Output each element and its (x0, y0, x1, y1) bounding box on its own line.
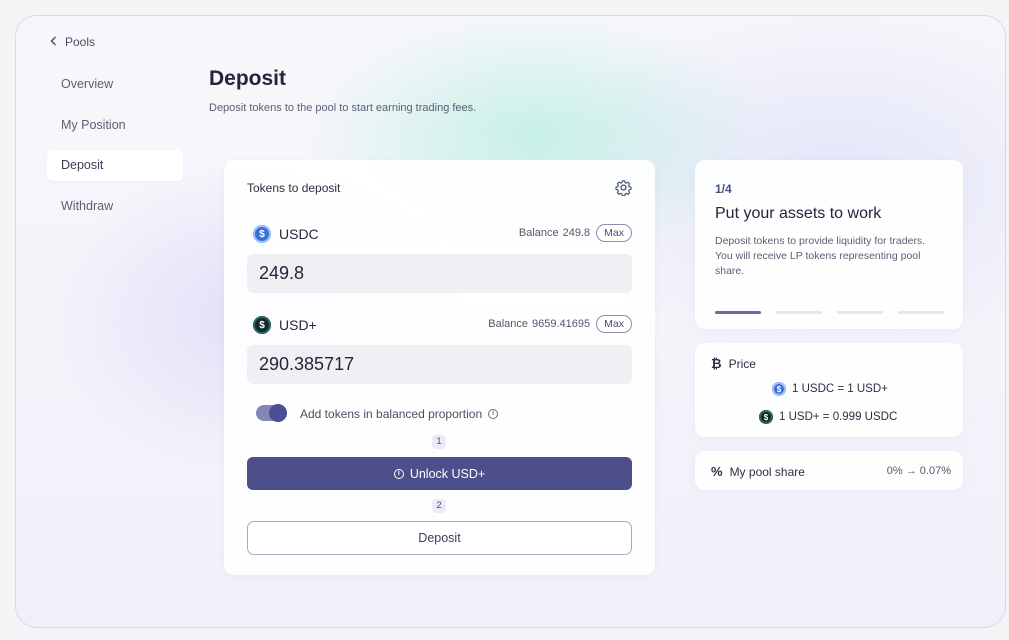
price-line-text: 1 USDC = 1 USD+ (792, 383, 888, 395)
sidebar-item-deposit[interactable]: Deposit (47, 150, 183, 181)
info-icon: i (393, 468, 404, 479)
balance-value: 9659.41695 (532, 318, 591, 330)
step-number-2: 2 (432, 499, 446, 513)
usdplus-coin-icon: $ (759, 410, 773, 424)
chevron-left-icon (50, 35, 57, 49)
info-title: Put your assets to work (715, 205, 882, 222)
usdc-balance: Balance 249.8 Max (519, 224, 632, 242)
price-line-usdc: $ 1 USDC = 1 USD+ (772, 382, 888, 396)
progress-segment-1[interactable] (715, 311, 761, 314)
progress-segment-4[interactable] (898, 311, 944, 314)
usdc-amount-input[interactable]: 249.8 (247, 254, 632, 293)
info-icon[interactable]: i (488, 409, 499, 419)
balanced-proportion-label: Add tokens in balanced proportion i (300, 407, 499, 421)
gear-icon[interactable] (615, 179, 632, 197)
deposit-button[interactable]: Deposit (247, 521, 632, 555)
page-title: Deposit (209, 67, 287, 90)
balanced-proportion-toggle[interactable] (256, 404, 287, 422)
price-header: ₿ Price (711, 356, 756, 371)
token-symbol: USDC (279, 226, 319, 242)
token-row-usdplus: $ USD+ (253, 316, 317, 334)
unlock-button-label: Unlock USD+ (409, 466, 486, 481)
toggle-knob (269, 404, 287, 422)
balance-label: Balance (488, 318, 529, 330)
price-line-usdplus: $ 1 USD+ = 0.999 USDC (759, 410, 897, 424)
usdc-coin-icon: $ (772, 382, 786, 396)
pool-share-label: % My pool share (711, 464, 805, 479)
pool-share-value: 0% → 0.07% (886, 465, 951, 477)
progress-segment-2[interactable] (776, 311, 822, 314)
progress-segment-3[interactable] (837, 311, 883, 314)
price-title: Price (728, 356, 756, 371)
toggle-label-text: Add tokens in balanced proportion (300, 407, 483, 421)
info-step-counter: 1/4 (715, 182, 732, 196)
unlock-usdplus-button[interactable]: i Unlock USD+ (247, 457, 632, 490)
max-button[interactable]: Max (596, 315, 632, 333)
sidebar-item-withdraw[interactable]: Withdraw (47, 191, 183, 222)
price-line-text: 1 USD+ = 0.999 USDC (779, 411, 898, 423)
pool-share-text: My pool share (729, 464, 805, 479)
sidebar-item-my-position[interactable]: My Position (47, 110, 183, 141)
max-button[interactable]: Max (596, 224, 632, 242)
usdplus-amount-input[interactable]: 290.385717 (247, 345, 632, 384)
token-row-usdc: $ USDC (253, 225, 319, 243)
page-subtitle: Deposit tokens to the pool to start earn… (209, 102, 477, 114)
back-link-label: Pools (65, 35, 96, 49)
sidebar-item-overview[interactable]: Overview (47, 69, 183, 100)
balance-value: 249.8 (562, 227, 591, 239)
token-symbol: USD+ (279, 317, 317, 333)
tokens-to-deposit-label: Tokens to deposit (247, 181, 341, 195)
back-to-pools-link[interactable]: Pools (50, 35, 95, 49)
balance-label: Balance (518, 227, 559, 239)
info-description: Deposit tokens to provide liquidity for … (715, 235, 926, 277)
bitcoin-icon: ₿ (711, 356, 722, 371)
percent-icon: % (711, 464, 723, 479)
usdc-coin-icon: $ (253, 225, 271, 243)
step-number-1: 1 (432, 435, 446, 449)
usdplus-coin-icon: $ (253, 316, 271, 334)
usdplus-balance: Balance 9659.41695 Max (488, 315, 632, 333)
